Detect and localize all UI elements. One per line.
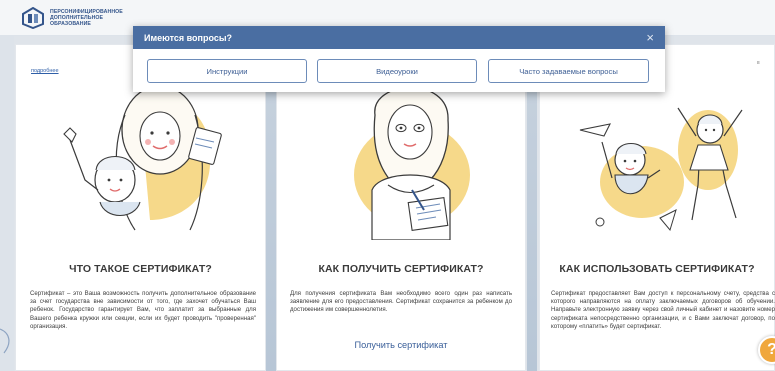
mother-child-illustration — [63, 85, 222, 231]
logo-text: ПЕРСОНИФИЦИРОВАННОЕ ДОПОЛНИТЕЛЬНОЕ ОБРАЗ… — [50, 9, 123, 27]
card-title: ЧТО ТАКОЕ СЕРТИФИКАТ? — [69, 263, 212, 275]
logo-line: ПЕРСОНИФИЦИРОВАННОЕ — [50, 8, 123, 15]
card-title: КАК ПОЛУЧИТЬ СЕРТИФИКАТ? — [318, 263, 484, 275]
logo-line: ОБРАЗОВАНИЕ — [50, 20, 91, 27]
modal-header: Имеются вопросы? × — [133, 26, 665, 49]
modal-title: Имеются вопросы? — [144, 32, 233, 43]
help-icon: ? — [767, 341, 775, 359]
card-corner-text: в — [757, 60, 760, 66]
card-text: Сертификат – это Ваша возможность получи… — [30, 290, 256, 330]
card-title: КАК ИСПОЛЬЗОВАТЬ СЕРТИФИКАТ? — [559, 263, 755, 275]
decorative-ribbon — [0, 328, 10, 354]
modal-body: Инструкции Видеоуроки Часто задаваемые в… — [133, 49, 665, 92]
card-divider — [527, 44, 537, 371]
page-left-margin — [0, 36, 14, 371]
get-certificate-link[interactable]: Получить сертификат — [276, 340, 526, 350]
video-lessons-button[interactable]: Видеоуроки — [317, 59, 477, 83]
instructions-button[interactable]: Инструкции — [147, 59, 307, 83]
logo-icon[interactable] — [22, 6, 44, 29]
kids-playing-illustration — [579, 107, 743, 232]
card-divider — [266, 44, 276, 371]
close-icon[interactable]: × — [646, 31, 654, 44]
faq-button[interactable]: Часто задаваемые вопросы — [488, 59, 649, 83]
card-text: Для получения сертификата Вам необходимо… — [290, 290, 512, 314]
card-text: Сертификат предоставляет Вам доступ к пе… — [551, 290, 775, 330]
questions-modal: Имеются вопросы? × Инструкции Видеоуроки… — [133, 26, 665, 92]
